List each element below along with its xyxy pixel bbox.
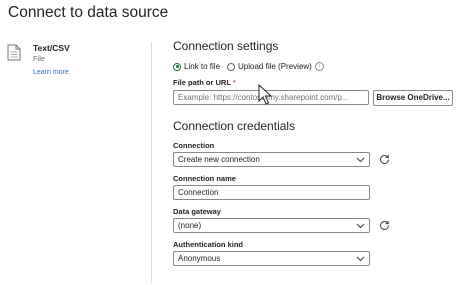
- connection-value: Create new connection: [178, 155, 260, 164]
- authentication-kind-label: Authentication kind: [173, 240, 243, 249]
- learn-more-link[interactable]: Learn more: [33, 69, 69, 76]
- connection-name-input[interactable]: Connection: [173, 185, 370, 200]
- source-name: Text/CSV: [33, 43, 70, 53]
- source-type: File: [33, 54, 46, 63]
- info-icon[interactable]: i: [314, 62, 324, 71]
- vertical-divider: [151, 42, 152, 283]
- data-gateway-label: Data gateway: [173, 207, 221, 216]
- connection-label: Connection: [173, 141, 215, 150]
- chevron-down-icon: [356, 256, 365, 261]
- connection-name-label: Connection name: [173, 174, 236, 183]
- data-gateway-value: (none): [178, 221, 202, 230]
- chevron-down-icon: [356, 157, 365, 162]
- file-path-label: File path or URL *: [173, 78, 236, 87]
- mouse-cursor-icon: [258, 84, 273, 105]
- file-source-radio-group: Link to file Upload file (Preview) i: [173, 61, 324, 72]
- refresh-icon[interactable]: [379, 220, 390, 231]
- upload-file-label[interactable]: Upload file (Preview): [238, 62, 312, 71]
- upload-file-radio[interactable]: [227, 62, 236, 71]
- connection-credentials-heading: Connection credentials: [173, 119, 296, 133]
- connection-dropdown[interactable]: Create new connection: [173, 152, 370, 167]
- authentication-kind-value: Anonymous: [178, 254, 221, 263]
- link-to-file-radio[interactable]: [173, 62, 181, 71]
- dialog-title: Connect to data source: [8, 4, 169, 21]
- link-to-file-label[interactable]: Link to file: [184, 62, 220, 71]
- file-icon: [7, 44, 21, 61]
- connection-settings-heading: Connection settings: [173, 39, 279, 53]
- authentication-kind-dropdown[interactable]: Anonymous: [173, 251, 370, 266]
- chevron-down-icon: [356, 223, 365, 228]
- required-mark: *: [232, 78, 236, 87]
- refresh-icon[interactable]: [379, 154, 390, 165]
- browse-onedrive-button[interactable]: Browse OneDrive...: [373, 90, 453, 106]
- data-gateway-dropdown[interactable]: (none): [173, 218, 370, 233]
